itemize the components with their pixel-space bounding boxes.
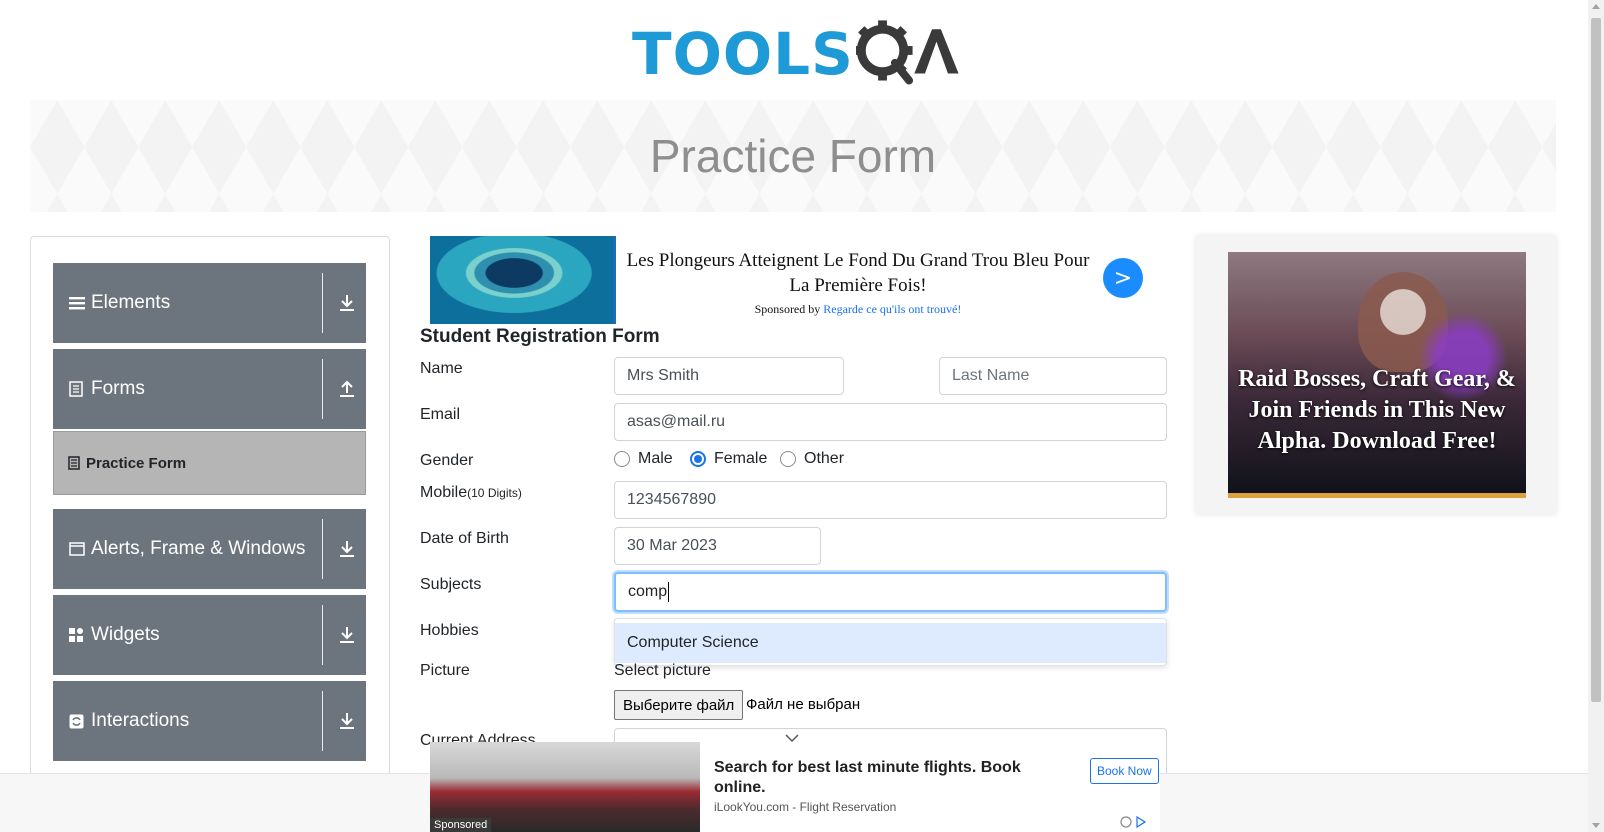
divider	[322, 605, 323, 665]
radio-circle[interactable]	[614, 451, 630, 467]
subjects-label: Subjects	[420, 576, 482, 593]
ad-go-button[interactable]: >	[1103, 258, 1143, 298]
sidebar-group-label: Elements	[91, 292, 171, 313]
mobile-input[interactable]: 1234567890	[614, 481, 1167, 519]
book-now-button[interactable]: Book Now	[1090, 758, 1159, 784]
download-arrow-icon[interactable]	[337, 539, 357, 559]
hobbies-label: Hobbies	[420, 622, 479, 639]
radio-label[interactable]: Female	[714, 450, 767, 468]
logo-text: TOOLS	[632, 20, 854, 88]
sidebar-group-alerts[interactable]: Alerts, Frame & Windows	[53, 509, 366, 589]
scrollbar-thumb[interactable]	[1591, 18, 1601, 702]
page-title: Practice Form	[649, 130, 937, 182]
divider	[322, 691, 323, 751]
ad-sponsor-prefix: Sponsored by	[754, 302, 821, 316]
document-icon	[69, 381, 87, 397]
sidebar-group-label: Forms	[91, 378, 145, 399]
scroll-up-icon[interactable]	[1592, 4, 1600, 9]
sponsored-tag: Sponsored	[430, 818, 492, 832]
ad-image[interactable]	[430, 236, 616, 324]
subjects-input[interactable]: comp	[614, 572, 1167, 612]
ad-image[interactable]: Sponsored	[430, 742, 700, 832]
toolsqa-logo[interactable]: TOOLS	[632, 14, 962, 94]
sidebar: Elements Forms Practice Form Alerts, Fra…	[30, 236, 390, 832]
mobile-label-text: Mobile	[420, 484, 468, 501]
date-of-birth-input[interactable]: 30 Mar 2023	[614, 527, 821, 565]
download-arrow-icon[interactable]	[337, 293, 357, 313]
top-advertisement[interactable]: Les Plongeurs Atteignent Le Fond Du Gran…	[430, 236, 1143, 324]
download-arrow-icon[interactable]	[337, 711, 357, 731]
text-caret	[668, 582, 670, 602]
mobile-label: Mobile(10 Digits)	[420, 484, 522, 502]
gender-male-radio[interactable]: Male	[614, 450, 673, 468]
divider	[322, 359, 323, 419]
gender-other-radio[interactable]: Other	[780, 450, 844, 468]
sidebar-group-interactions[interactable]: Interactions	[53, 681, 366, 761]
choose-file-button[interactable]: Выберите файл	[614, 690, 744, 720]
picture-label: Picture	[420, 662, 470, 679]
autocomplete-option[interactable]: Computer Science	[615, 623, 1166, 663]
sidebar-item-label: Practice Form	[86, 454, 187, 472]
sidebar-item-practice-form[interactable]: Practice Form	[53, 431, 366, 495]
sidebar-group-widgets[interactable]: Widgets	[53, 595, 366, 675]
divider	[322, 273, 323, 333]
window-icon	[69, 542, 87, 556]
upload-arrow-icon[interactable]	[337, 379, 357, 399]
hamburger-icon	[69, 296, 87, 310]
ad-bottom-source: iLookYou.com - Flight Reservation	[714, 800, 897, 814]
sidebar-group-label: Interactions	[91, 710, 190, 731]
sidebar-group-label: Alerts, Frame & Windows	[91, 538, 306, 559]
gender-female-radio[interactable]: Female	[690, 450, 767, 468]
divider	[322, 519, 323, 579]
subjects-typed-text: comp	[628, 583, 668, 600]
ad-sponsor: Sponsored by Regarde ce qu'ils ont trouv…	[626, 302, 1090, 317]
sidebar-group-elements[interactable]: Elements	[53, 263, 366, 343]
dob-label: Date of Birth	[420, 530, 509, 547]
radio-circle-checked[interactable]	[690, 451, 706, 467]
widgets-grid-icon	[69, 627, 87, 643]
gender-label: Gender	[420, 452, 474, 469]
first-name-input[interactable]: Mrs Smith	[614, 357, 844, 395]
adchoices-icon[interactable]	[1120, 815, 1150, 831]
ad-sponsor-link[interactable]: Regarde ce qu'ils ont trouvé!	[823, 302, 961, 316]
mobile-hint: (10 Digits)	[467, 486, 522, 500]
subjects-autocomplete-menu: Computer Science	[614, 618, 1167, 666]
sidebar-group-label: Widgets	[91, 624, 160, 645]
document-small-icon	[68, 456, 80, 470]
email-label: Email	[420, 406, 461, 423]
select-picture-label: Select picture	[614, 662, 711, 679]
radio-circle[interactable]	[780, 451, 796, 467]
scroll-down-icon[interactable]	[1592, 823, 1600, 828]
ad-bottom-title[interactable]: Search for best last minute flights. Boo…	[714, 758, 1054, 798]
name-label: Name	[420, 360, 463, 377]
logo-gear-icon	[855, 20, 959, 85]
ad-right-text[interactable]: Raid Bosses, Craft Gear, & Join Friends …	[1228, 364, 1526, 457]
page-scrollbar[interactable]	[1588, 0, 1604, 832]
page-banner: Practice Form	[30, 100, 1556, 212]
bottom-advertisement[interactable]: Sponsored Search for best last minute fl…	[430, 742, 1160, 832]
right-advertisement[interactable]: Raid Bosses, Craft Gear, & Join Friends …	[1196, 236, 1556, 514]
form-title: Student Registration Form	[420, 326, 660, 347]
sidebar-group-forms[interactable]: Forms	[53, 349, 366, 429]
radio-label[interactable]: Male	[638, 450, 673, 468]
download-arrow-icon[interactable]	[337, 625, 357, 645]
last-name-input[interactable]: Last Name	[939, 357, 1167, 395]
radio-label[interactable]: Other	[804, 450, 844, 468]
ad-title[interactable]: Les Plongeurs Atteignent Le Fond Du Gran…	[626, 248, 1090, 298]
file-status-text: Файл не выбран	[746, 696, 861, 713]
interactions-icon	[69, 714, 87, 729]
email-input[interactable]: asas@mail.ru	[614, 403, 1167, 441]
